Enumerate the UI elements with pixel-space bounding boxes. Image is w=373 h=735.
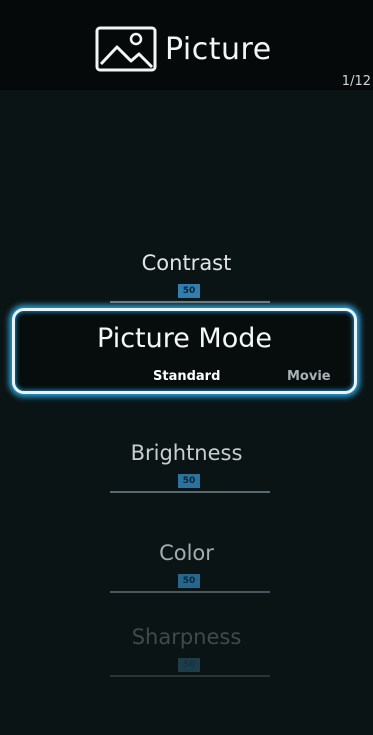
picture-mode-label: Picture Mode (97, 323, 272, 354)
page-title: Picture (165, 31, 272, 67)
slider-value-badge: 50 (178, 474, 200, 488)
slider-value-badge: 50 (178, 284, 200, 298)
picture-mode-selector[interactable]: Picture Mode Standard Movie (12, 308, 357, 394)
slider-value-badge: 50 (178, 658, 200, 672)
settings-list: Picture Mode Standard Movie Contrast 50 … (0, 90, 373, 735)
picture-mode-current-value: Standard (153, 369, 221, 384)
slider-track[interactable] (110, 301, 270, 303)
header-bar: Picture 1/12 (0, 0, 373, 90)
picture-mode-next-value: Movie (287, 369, 331, 384)
slider-track[interactable] (110, 491, 270, 493)
slider-track[interactable] (110, 675, 270, 677)
slider-value-badge: 50 (178, 574, 200, 588)
setting-label: Color (159, 541, 214, 565)
setting-label: Contrast (141, 251, 232, 275)
title-group: Picture (95, 24, 272, 74)
slider-track[interactable] (110, 591, 270, 593)
setting-label: Sharpness (131, 625, 242, 649)
page-indicator: 1/12 (341, 74, 371, 89)
setting-label: Brightness (130, 441, 243, 465)
picture-icon (95, 26, 157, 72)
